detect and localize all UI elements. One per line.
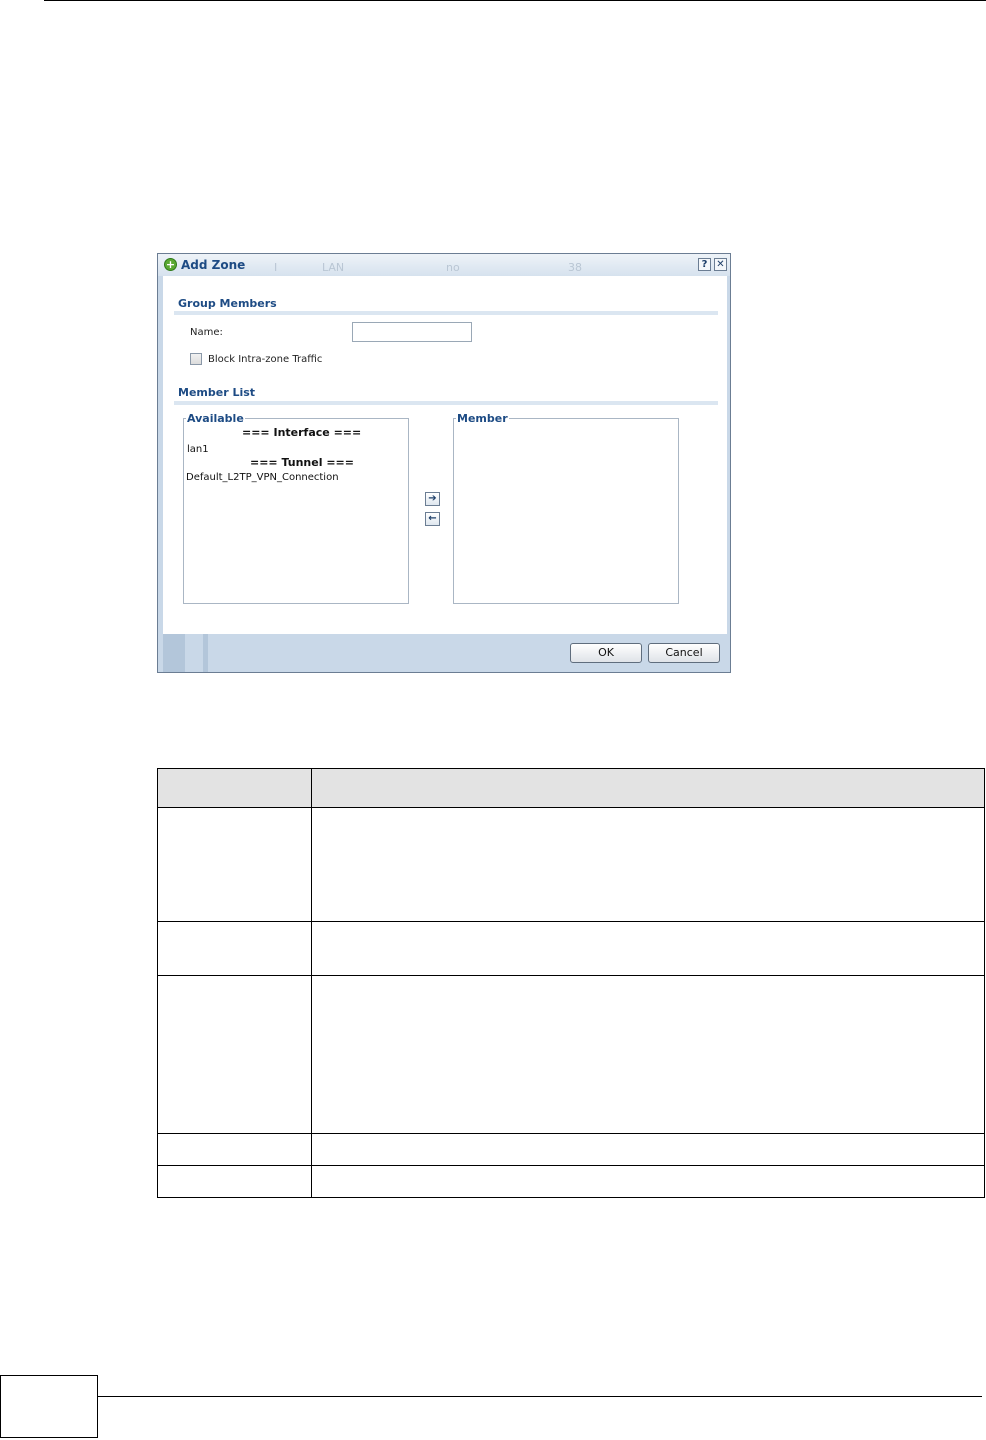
name-input[interactable]: [352, 322, 472, 342]
dialog-content: Group Members Name: Block Intra-zone Tra…: [163, 276, 727, 634]
list-group-header: === Tunnel ===: [250, 456, 354, 469]
dialog-title: Add Zone: [181, 258, 246, 272]
footer-decoration: [163, 634, 185, 672]
cancel-button[interactable]: Cancel: [648, 643, 720, 663]
table-header-row: [157, 768, 985, 808]
remove-member-button[interactable]: ←: [425, 512, 440, 526]
table-row: [157, 921, 985, 976]
table-row: [157, 975, 985, 1134]
ghost-text: 38: [568, 261, 582, 274]
footer-rule: [98, 1396, 982, 1397]
table-cell: [157, 1165, 312, 1198]
table-cell: [157, 921, 312, 976]
table-cell: [311, 975, 985, 1134]
ghost-text: no: [446, 261, 460, 274]
table-cell: [311, 1133, 985, 1166]
description-table: [157, 768, 985, 1198]
add-member-button[interactable]: ➔: [425, 492, 440, 506]
list-group-header: === Interface ===: [242, 426, 362, 439]
close-icon[interactable]: ✕: [714, 258, 727, 271]
ghost-text: I: [274, 261, 278, 274]
table-header-cell: [157, 768, 312, 808]
block-intra-zone-checkbox[interactable]: [190, 353, 202, 365]
section-divider: [174, 311, 718, 315]
table-cell: [311, 1165, 985, 1198]
table-row: [157, 1133, 985, 1166]
list-item[interactable]: lan1: [187, 444, 209, 455]
member-list-title: Member List: [178, 386, 256, 399]
table-header-cell: [311, 768, 985, 808]
available-list[interactable]: Available === Interface === lan1 === Tun…: [183, 412, 409, 604]
list-item[interactable]: Default_L2TP_VPN_Connection: [186, 472, 339, 483]
table-row: [157, 1165, 985, 1198]
table-cell: [157, 807, 312, 922]
table-row: [157, 807, 985, 922]
table-cell: [157, 975, 312, 1134]
name-label: Name:: [190, 327, 223, 338]
member-list[interactable]: Member: [453, 412, 679, 604]
add-zone-dialog: + Add Zone I LAN no 38 ? ✕ Group Members…: [157, 253, 731, 673]
group-members-title: Group Members: [178, 297, 277, 310]
page-number-box: [0, 1375, 98, 1438]
section-divider: [174, 401, 718, 405]
header-rule: [44, 0, 986, 1]
table-cell: [311, 921, 985, 976]
available-legend: Available: [186, 412, 245, 425]
table-cell: [157, 1133, 312, 1166]
help-icon[interactable]: ?: [698, 258, 711, 271]
table-cell: [311, 807, 985, 922]
add-icon: +: [164, 258, 177, 271]
block-intra-zone-label: Block Intra-zone Traffic: [208, 354, 323, 365]
dialog-titlebar: + Add Zone I LAN no 38 ? ✕: [158, 254, 730, 276]
footer-decoration: [203, 634, 208, 672]
ok-button[interactable]: OK: [570, 643, 642, 663]
ghost-text: LAN: [322, 261, 345, 274]
member-legend: Member: [456, 412, 509, 425]
